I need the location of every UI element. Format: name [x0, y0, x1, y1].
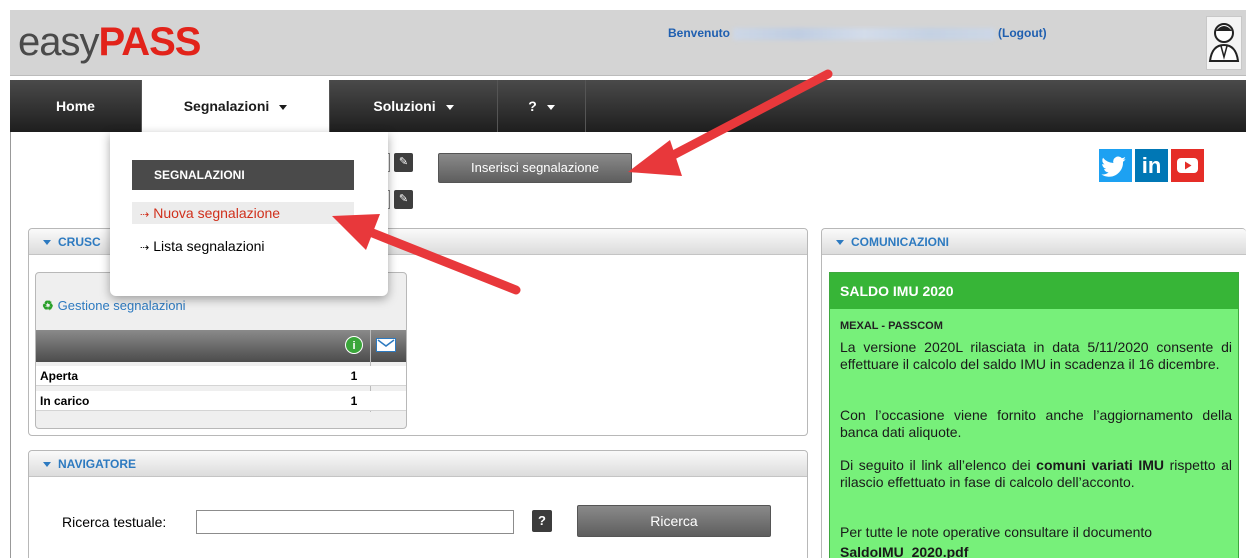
news-card: SALDO IMU 2020 MEXAL - PASSCOM La versio…	[829, 272, 1239, 558]
header: easyPASS Benvenuto (Logout)	[10, 10, 1246, 76]
logo-easy: easy	[18, 20, 99, 64]
navigatore-panel: NAVIGATORE	[28, 450, 808, 558]
row-count: 1	[350, 369, 358, 383]
welcome-text: Benvenuto (Logout)	[668, 26, 1047, 40]
main-nav: Home Segnalazioni Soluzioni ?	[10, 80, 1246, 132]
nav-segnalazioni[interactable]: Segnalazioni	[142, 80, 330, 132]
nav-help-label: ?	[528, 98, 537, 114]
nav-soluzioni-label: Soluzioni	[373, 98, 436, 114]
nav-home[interactable]: Home	[10, 80, 142, 132]
refresh-icon: ♻	[42, 298, 54, 313]
collapse-icon	[43, 240, 51, 246]
cruscotto-title: CRUSC	[58, 235, 101, 249]
row-label: Aperta	[40, 369, 79, 383]
search-help-button[interactable]: ?	[532, 510, 552, 532]
avatar[interactable]	[1206, 16, 1242, 70]
menu-item-label: Nuova segnalazione	[153, 205, 281, 221]
table-row[interactable]: In carico 1	[36, 391, 406, 411]
news-paragraph: Di seguito il link all’elenco dei comuni…	[840, 457, 1232, 491]
youtube-icon[interactable]	[1171, 149, 1204, 182]
twitter-icon[interactable]	[1099, 149, 1132, 182]
collapse-icon	[836, 240, 844, 246]
gestione-label: Gestione segnalazioni	[57, 298, 186, 313]
caret-down-icon	[279, 104, 288, 110]
info-icon: i	[345, 336, 363, 354]
news-paragraph: Con l’occasione viene fornito anche l’ag…	[840, 407, 1232, 440]
comunicazioni-header[interactable]: COMUNICAZIONI	[822, 229, 1246, 255]
logo[interactable]: easyPASS	[18, 20, 202, 65]
search-input[interactable]	[196, 510, 514, 534]
table-row[interactable]: Aperta 1	[36, 366, 406, 386]
welcome-label: Benvenuto	[668, 26, 731, 40]
row-count: 1	[350, 394, 358, 408]
arrow-right-icon: ⇢	[140, 209, 150, 221]
news-paragraph: La versione 2020L rilasciata in data 5/1…	[840, 339, 1232, 372]
news-subtitle: MEXAL - PASSCOM	[840, 320, 943, 332]
logout-link[interactable]: (Logout)	[998, 26, 1047, 40]
logo-pass: PASS	[98, 20, 202, 64]
user-icon	[1208, 23, 1240, 62]
nav-soluzioni[interactable]: Soluzioni	[330, 80, 498, 132]
navigatore-title: NAVIGATORE	[58, 457, 137, 471]
row-label: In carico	[40, 394, 90, 408]
insert-segnalazione-button[interactable]: Inserisci segnalazione	[438, 153, 632, 183]
edit-icon[interactable]: ✎	[394, 153, 413, 172]
caret-down-icon	[445, 104, 454, 110]
nav-segnalazioni-label: Segnalazioni	[183, 98, 270, 114]
search-label: Ricerca testuale:	[62, 514, 167, 530]
dropdown-title: SEGNALAZIONI	[132, 160, 354, 190]
caret-down-icon	[546, 104, 555, 110]
mail-icon	[376, 338, 396, 352]
text-span: Di seguito il link all’elenco dei	[840, 457, 1037, 473]
search-button[interactable]: Ricerca	[577, 505, 771, 537]
menu-item-lista-segnalazioni[interactable]: ⇢ Lista segnalazioni	[132, 235, 354, 257]
username-blurred	[733, 27, 996, 40]
segnalazioni-dropdown: SEGNALAZIONI ⇢ Nuova segnalazione ⇢ Lista …	[110, 132, 388, 296]
menu-item-label: Lista segnalazioni	[153, 238, 265, 254]
nav-help[interactable]: ?	[498, 80, 586, 132]
comuni-variati-link[interactable]: comuni variati IMU	[1036, 457, 1164, 473]
comunicazioni-title: COMUNICAZIONI	[851, 235, 949, 249]
linkedin-icon[interactable]: in	[1135, 149, 1168, 182]
news-title: SALDO IMU 2020	[830, 273, 1238, 309]
edit-icon[interactable]: ✎	[394, 190, 413, 209]
news-paragraph: Per tutte le note operative consultare i…	[840, 524, 1153, 540]
arrow-right-icon: ⇢	[140, 242, 150, 254]
navigatore-header[interactable]: NAVIGATORE	[29, 451, 807, 477]
saldo-imu-pdf-link[interactable]: SaldoIMU_2020.pdf	[840, 544, 1232, 558]
gestione-segnalazioni-link[interactable]: ♻ Gestione segnalazioni	[42, 298, 186, 314]
collapse-icon	[43, 462, 51, 468]
menu-item-nuova-segnalazione[interactable]: ⇢ Nuova segnalazione	[132, 202, 354, 224]
